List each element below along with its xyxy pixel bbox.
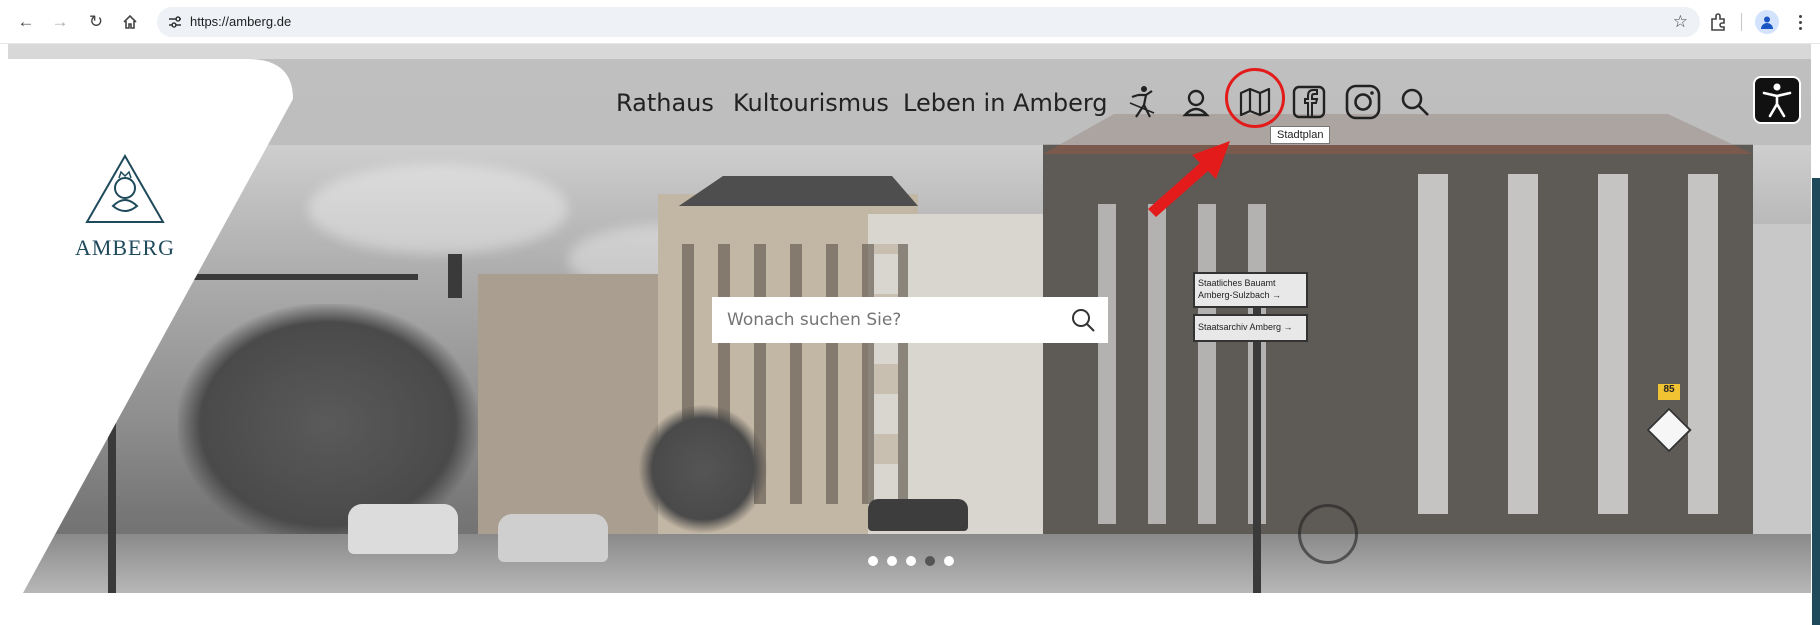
- slider-dot-3[interactable]: [906, 556, 916, 566]
- scrollbar-strip[interactable]: [1812, 178, 1820, 625]
- back-icon[interactable]: ←: [14, 10, 38, 34]
- browser-toolbar: ← → ↻ https://amberg.de ☆: [0, 0, 1820, 44]
- extensions-icon[interactable]: [1707, 10, 1731, 34]
- nav-rathaus[interactable]: Rathaus: [616, 89, 714, 117]
- amberg-logo[interactable]: AMBERG: [70, 153, 180, 261]
- street-sign-bauamt: Staatliches Bauamt Amberg-Sulzbach →: [1193, 272, 1308, 308]
- search-submit-icon[interactable]: [1070, 307, 1096, 333]
- forward-icon[interactable]: →: [48, 10, 72, 34]
- logo-panel: [8, 59, 293, 593]
- amberg-crest-icon: [85, 153, 165, 223]
- slider-dot-2[interactable]: [887, 556, 897, 566]
- site-search-box: [712, 297, 1108, 343]
- page: Staatliches Bauamt Amberg-Sulzbach → Sta…: [0, 44, 1820, 625]
- toolbar-divider: [1741, 13, 1742, 31]
- route-sign: 85: [1658, 384, 1680, 400]
- slider-dot-1[interactable]: [868, 556, 878, 566]
- nav-leben-in-amberg[interactable]: Leben in Amberg: [903, 89, 1108, 117]
- browser-menu-icon[interactable]: [1792, 10, 1808, 34]
- accessibility-button[interactable]: [1753, 76, 1801, 124]
- street-sign-staatsarchiv: Staatsarchiv Amberg →: [1193, 314, 1308, 342]
- address-bar[interactable]: https://amberg.de ☆: [157, 7, 1700, 37]
- url-text[interactable]: https://amberg.de: [190, 14, 291, 29]
- search-icon[interactable]: [1395, 82, 1435, 122]
- site-info-icon[interactable]: [165, 12, 185, 32]
- facebook-icon[interactable]: [1289, 82, 1329, 122]
- user-icon[interactable]: [1176, 82, 1216, 122]
- bookmark-star-icon[interactable]: ☆: [1673, 12, 1688, 32]
- slider-dots: [868, 556, 954, 566]
- instagram-icon[interactable]: [1343, 82, 1383, 122]
- reload-icon[interactable]: ↻: [84, 10, 108, 34]
- profile-avatar-icon[interactable]: [1755, 10, 1779, 34]
- site-search-input[interactable]: [712, 310, 1052, 330]
- logo-text: AMBERG: [74, 235, 176, 260]
- red-arrow-icon: [1148, 141, 1230, 217]
- person-dancing-icon[interactable]: [1122, 82, 1162, 122]
- home-icon[interactable]: [118, 10, 142, 34]
- slider-dot-5[interactable]: [944, 556, 954, 566]
- nav-kultourismus[interactable]: Kultourismus: [733, 89, 889, 117]
- accessibility-icon: [1762, 83, 1792, 118]
- hero-image: Staatliches Bauamt Amberg-Sulzbach → Sta…: [8, 44, 1811, 593]
- slider-dot-4[interactable]: [925, 556, 935, 566]
- tooltip: Stadtplan: [1270, 126, 1331, 144]
